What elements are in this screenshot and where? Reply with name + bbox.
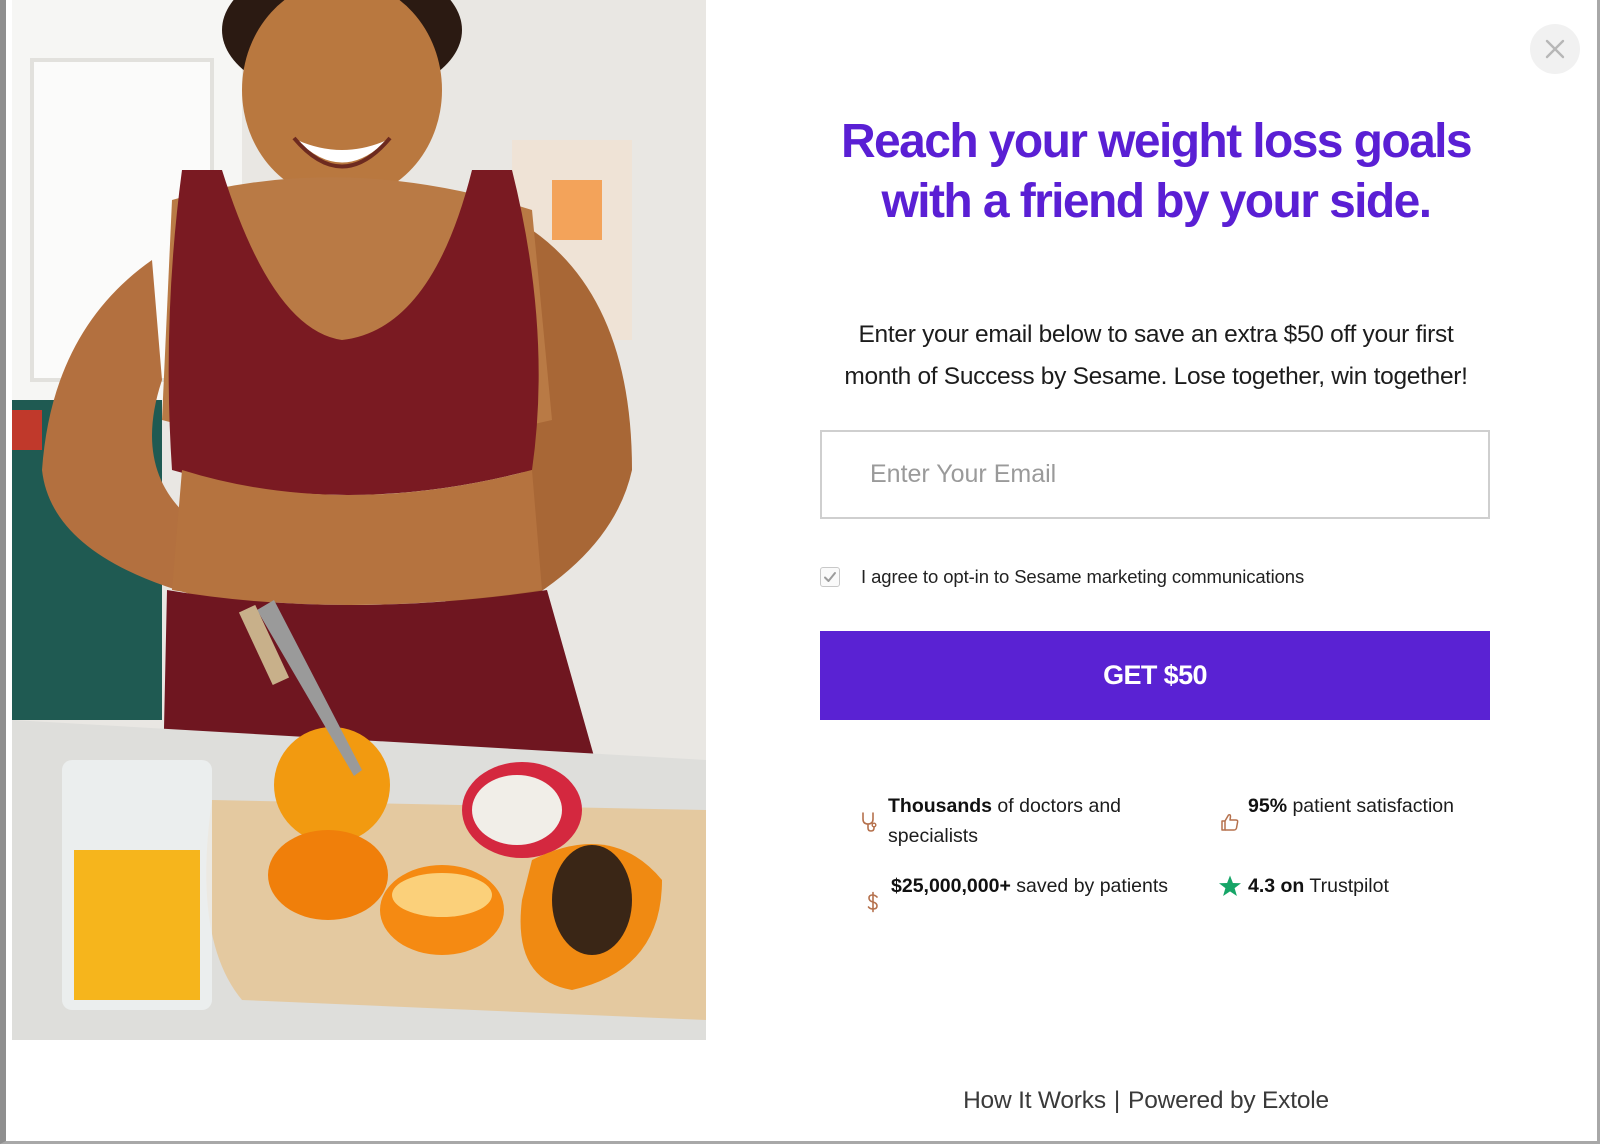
close-button[interactable] [1530, 24, 1580, 74]
offer-description-line-2: month of Success by Sesame. Lose togethe… [844, 363, 1468, 390]
modal-window: Reach your weight loss goals with a frie… [0, 0, 1600, 1144]
checkmark-icon [824, 572, 836, 582]
trust-item-doctors: Thousands of doctors and specialists [858, 791, 1178, 855]
hero-photo [12, 0, 706, 1040]
offer-description-line-1: Enter your email below to save an extra … [858, 321, 1454, 348]
stethoscope-icon [862, 812, 877, 832]
headline: Reach your weight loss goals with a frie… [786, 112, 1526, 232]
offer-description: Enter your email below to save an extra … [806, 314, 1506, 398]
footer-separator: | [1113, 1087, 1121, 1114]
trust-item-satisfaction: 95% patient satisfaction [1218, 791, 1478, 855]
dollar-icon [867, 891, 878, 913]
how-it-works-link[interactable]: How It Works [963, 1087, 1106, 1114]
trust-doctors-bold: Thousands [888, 795, 993, 817]
headline-line-2: with a friend by your side. [881, 175, 1433, 228]
headline-line-1: Reach your weight loss goals [840, 115, 1473, 168]
optin-row: I agree to opt-in to Sesame marketing co… [820, 564, 1490, 590]
star-icon [1219, 875, 1241, 896]
close-icon [1545, 39, 1565, 59]
trust-trustpilot-bold: 4.3 on [1248, 875, 1305, 897]
footer: How It Works | Powered by Extole [906, 1087, 1386, 1115]
optin-checkbox[interactable] [820, 567, 840, 587]
trust-savings-bold: $25,000,000+ [891, 875, 1011, 897]
thumbs-up-icon [1221, 813, 1239, 831]
trust-item-trustpilot: 4.3 on Trustpilot [1218, 871, 1478, 905]
trust-satisfaction-text: patient satisfaction [1287, 795, 1454, 817]
email-field[interactable] [820, 430, 1490, 519]
get-50-button[interactable]: GET $50 [820, 631, 1490, 720]
trust-trustpilot-text: Trustpilot [1304, 875, 1389, 897]
trust-item-savings: $25,000,000+ saved by patients [861, 871, 1181, 935]
powered-by-extole-link[interactable]: Powered by Extole [1128, 1087, 1329, 1114]
trust-satisfaction-bold: 95% [1248, 795, 1288, 817]
optin-label[interactable]: I agree to opt-in to Sesame marketing co… [861, 566, 1304, 588]
trust-savings-text: saved by patients [1010, 875, 1169, 897]
